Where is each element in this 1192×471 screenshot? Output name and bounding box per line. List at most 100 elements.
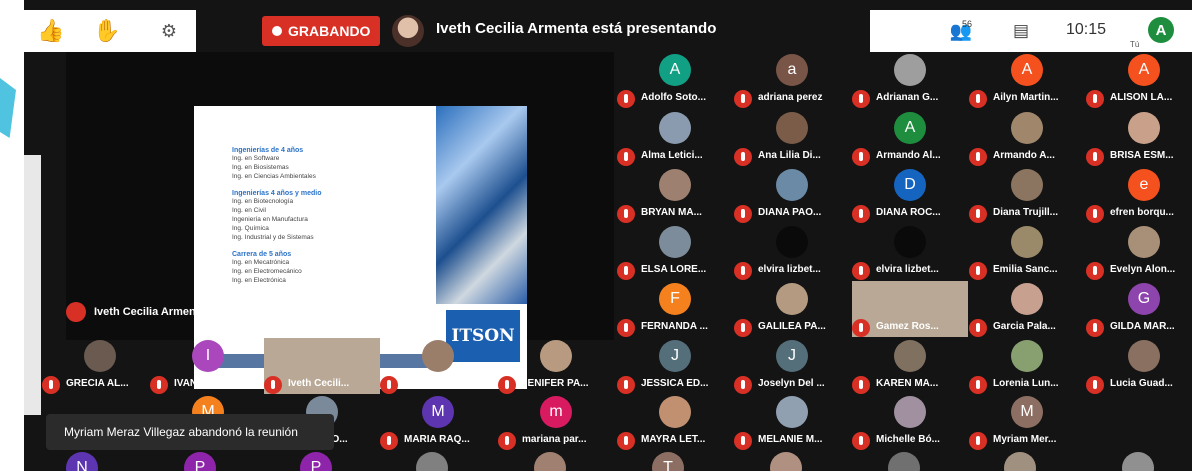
participant-tile[interactable]: Michelle Bó...	[852, 394, 968, 450]
participant-tile[interactable]: a adriana perez	[734, 52, 850, 108]
chat-icon[interactable]: ▤	[1006, 16, 1036, 46]
participant-avatar	[659, 396, 691, 428]
participant-tile[interactable]: F FERNANDA ...	[617, 281, 733, 337]
record-dot-icon	[272, 26, 282, 36]
participant-name: GILDA MAR...	[1110, 321, 1175, 332]
participant-tile[interactable]: Garcia Pala...	[969, 281, 1085, 337]
top-bar: 👍 ✋ ⚙ GRABANDO Iveth Cecilia Armenta est…	[24, 0, 1192, 52]
self-avatar[interactable]: A	[1148, 17, 1174, 43]
participant-tile[interactable]: Adrianan G...	[852, 52, 968, 108]
participant-tile[interactable]	[1080, 450, 1192, 471]
participant-avatar	[776, 112, 808, 144]
wallpaper-decoration	[0, 78, 16, 138]
participant-avatar	[894, 54, 926, 86]
participant-tile[interactable]: G GILDA MAR...	[1086, 281, 1192, 337]
participant-tile[interactable]: Jasiel Martí...	[380, 338, 496, 394]
participant-tile[interactable]: A ALISON LA...	[1086, 52, 1192, 108]
slide-item: Ing. en Civil	[232, 207, 266, 214]
participant-avatar	[894, 226, 926, 258]
participant-tile[interactable]: P	[142, 450, 258, 471]
participant-name: DIANA PAO...	[758, 207, 822, 218]
participant-name: adriana perez	[758, 92, 823, 103]
participant-tile[interactable]	[374, 450, 490, 471]
presentation-screen[interactable]: Ingenierías de 4 años Ing. en Software Ing…	[66, 52, 614, 389]
participant-avatar	[1011, 340, 1043, 372]
mic-off-icon	[617, 262, 635, 280]
slide-item: Ing. Química	[232, 225, 269, 232]
participant-avatar: P	[184, 452, 216, 471]
participant-tile[interactable]: e efren borqu...	[1086, 167, 1192, 223]
participant-name: ALISON LA...	[1110, 92, 1173, 103]
participant-name: Michelle Bó...	[876, 434, 940, 445]
participant-tile[interactable]: ELSA LORE...	[617, 224, 733, 280]
slide-item: Ing. en Electromecánico	[232, 268, 302, 275]
participant-tile[interactable]	[728, 450, 844, 471]
participant-avatar	[894, 396, 926, 428]
participant-tile[interactable]	[846, 450, 962, 471]
mic-off-icon	[734, 205, 752, 223]
recording-indicator[interactable]: GRABANDO	[262, 16, 381, 46]
participant-tile[interactable]	[962, 450, 1078, 471]
participant-tile[interactable]: m mariana par...	[498, 394, 614, 450]
participant-tile[interactable]: Evelyn Alon...	[1086, 224, 1192, 280]
participant-tile[interactable]: MAYRA LET...	[617, 394, 733, 450]
participant-tile[interactable]: Armando A...	[969, 110, 1085, 166]
mic-off-icon	[617, 319, 635, 337]
participant-tile[interactable]: MELANIE M...	[734, 394, 850, 450]
participant-tile[interactable]: GALILEA PA...	[734, 281, 850, 337]
participant-name: elvira lizbet...	[758, 264, 821, 275]
mic-off-icon	[617, 90, 635, 108]
participant-name: Alma Letici...	[641, 150, 703, 161]
participant-tile[interactable]: P	[258, 450, 374, 471]
participant-tile[interactable]: D DIANA ROC...	[852, 167, 968, 223]
thumbs-up-icon[interactable]: 👍	[36, 16, 66, 46]
participant-name: Adrianan G...	[876, 92, 939, 103]
gear-icon[interactable]: ⚙	[154, 16, 184, 46]
participant-tile[interactable]: A Armando Al...	[852, 110, 968, 166]
participant-name: Adolfo Soto...	[641, 92, 706, 103]
participant-tile[interactable]: Lucia Guad...	[1086, 338, 1192, 394]
participant-avatar	[894, 340, 926, 372]
participant-avatar: m	[540, 396, 572, 428]
participant-tile[interactable]: GRECIA AL...	[42, 338, 158, 394]
participant-tile[interactable]: Diana Trujill...	[969, 167, 1085, 223]
participant-tile[interactable]: Lorenia Lun...	[969, 338, 1085, 394]
participant-tile[interactable]: M Myriam Mer...	[969, 394, 1085, 450]
participant-tile[interactable]: I IVANA CAM...	[150, 338, 266, 394]
participant-tile[interactable]: Ana Lilia Di...	[734, 110, 850, 166]
participant-tile[interactable]: Emilia Sanc...	[969, 224, 1085, 280]
mic-off-icon	[1086, 205, 1104, 223]
participant-tile[interactable]: BRYAN MA...	[617, 167, 733, 223]
participant-tile[interactable]: J Joselyn Del ...	[734, 338, 850, 394]
participant-tile[interactable]: M MARIA RAQ...	[380, 394, 496, 450]
participant-tile[interactable]: Alma Letici...	[617, 110, 733, 166]
mic-off-icon	[617, 376, 635, 394]
participant-avatar	[659, 112, 691, 144]
participant-tile[interactable]	[492, 450, 608, 471]
participant-tile[interactable]: elvira lizbet...	[852, 224, 968, 280]
participant-avatar: I	[192, 340, 224, 372]
participant-tile[interactable]: DIANA PAO...	[734, 167, 850, 223]
participant-tile[interactable]: elvira lizbet...	[734, 224, 850, 280]
participant-tile[interactable]: BRISA ESM...	[1086, 110, 1192, 166]
raise-hand-icon[interactable]: ✋	[92, 16, 122, 46]
participant-name: FERNANDA ...	[641, 321, 708, 332]
participant-tile[interactable]: KAREN MA...	[852, 338, 968, 394]
participant-tile[interactable]: N	[24, 450, 140, 471]
side-panel-edge	[24, 155, 41, 415]
participant-avatar	[1011, 283, 1043, 315]
mic-off-icon	[969, 319, 987, 337]
participant-tile[interactable]: J JESSICA ED...	[617, 338, 733, 394]
participant-avatar	[1011, 112, 1043, 144]
participant-avatar	[888, 452, 920, 471]
participant-tile[interactable]: Gamez Ros...	[852, 281, 968, 337]
participant-name: ELSA LORE...	[641, 264, 707, 275]
participant-avatar: M	[422, 396, 454, 428]
participant-tile[interactable]: T	[610, 450, 726, 471]
participant-tile[interactable]: JENIFER PA...	[498, 338, 614, 394]
participant-tile[interactable]: A Adolfo Soto...	[617, 52, 733, 108]
mic-off-icon	[734, 262, 752, 280]
mic-off-icon	[498, 376, 516, 394]
participant-tile[interactable]: A Ailyn Martin...	[969, 52, 1085, 108]
participant-tile[interactable]: Iveth Cecili...	[264, 338, 380, 394]
